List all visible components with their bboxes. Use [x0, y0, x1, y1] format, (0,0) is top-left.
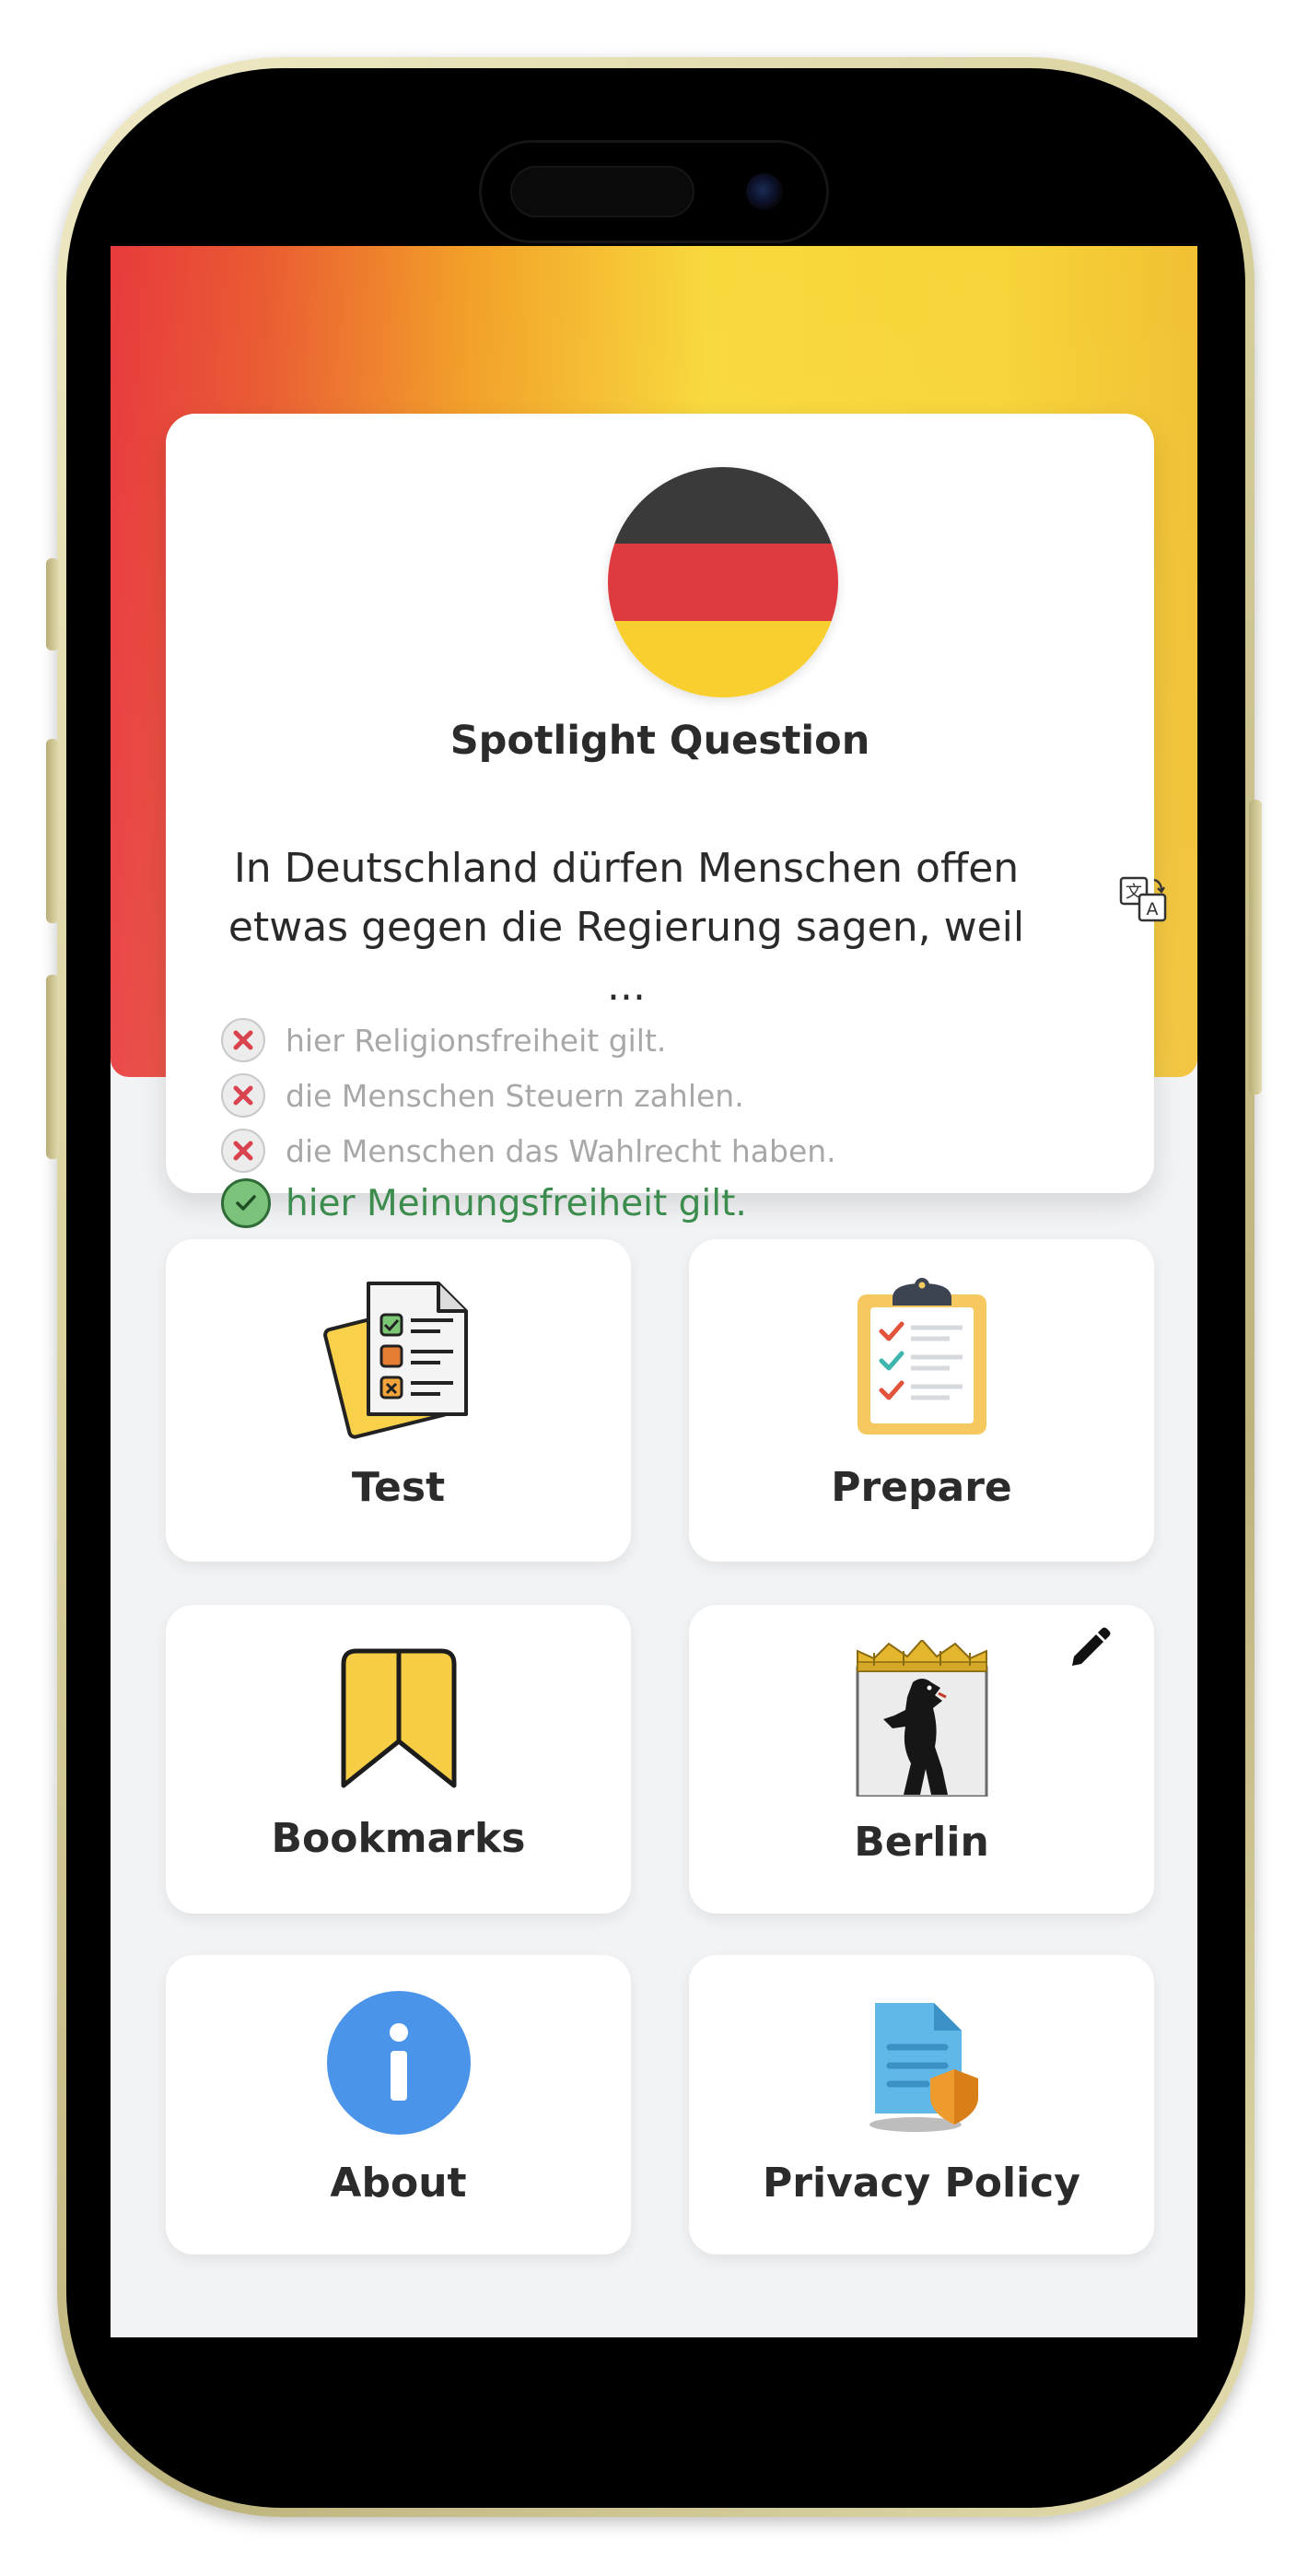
translate-icon[interactable]: 文 A — [1117, 874, 1169, 926]
x-circle-icon — [221, 1018, 265, 1062]
test-sheets-icon — [321, 1276, 477, 1442]
answer-text: die Menschen das Wahlrecht haben. — [286, 1132, 836, 1169]
clipboard-checklist-icon — [848, 1274, 996, 1440]
state-label: Berlin — [854, 1819, 989, 1866]
answer-option: die Menschen Steuern zahlen. — [221, 1073, 744, 1118]
spotlight-title: Spotlight Question — [449, 718, 870, 764]
volume-down-button — [46, 975, 59, 1159]
bookmarks-label: Bookmarks — [271, 1815, 526, 1862]
spotlight-question: In Deutschland dürfen Menschen offen etw… — [228, 845, 1025, 1010]
x-circle-icon — [221, 1073, 265, 1118]
answer-text: hier Religionsfreiheit gilt. — [286, 1022, 667, 1059]
germany-flag-icon — [608, 467, 838, 697]
test-tile[interactable]: Test — [166, 1239, 631, 1562]
privacy-document-icon — [862, 1996, 982, 2134]
app-screen: Spotlight Question In Deutschland dürfen… — [111, 246, 1197, 2337]
about-tile[interactable]: About — [166, 1955, 631, 2254]
answer-text: hier Meinungsfreiheit gilt. — [286, 1182, 747, 1224]
privacy-tile[interactable]: Privacy Policy — [689, 1955, 1154, 2254]
x-circle-icon — [221, 1129, 265, 1173]
camera-icon — [746, 173, 783, 210]
answer-option: hier Religionsfreiheit gilt. — [221, 1018, 666, 1062]
volume-up-button — [46, 739, 59, 923]
check-circle-icon — [221, 1178, 271, 1228]
privacy-label: Privacy Policy — [763, 2160, 1080, 2207]
svg-text:A: A — [1147, 899, 1159, 919]
bookmarks-tile[interactable]: Bookmarks — [166, 1605, 631, 1914]
action-button — [46, 558, 59, 650]
prepare-tile[interactable]: Prepare — [689, 1239, 1154, 1562]
answer-text: die Menschen Steuern zahlen. — [286, 1077, 744, 1114]
test-label: Test — [351, 1464, 446, 1511]
bookmark-icon — [334, 1645, 463, 1793]
berlin-coat-of-arms-icon — [856, 1638, 988, 1798]
state-tile[interactable]: Berlin — [689, 1605, 1154, 1914]
info-icon — [326, 1990, 472, 2136]
dynamic-island — [479, 140, 829, 243]
pencil-icon[interactable] — [1065, 1625, 1113, 1673]
power-button — [1249, 800, 1262, 1095]
about-label: About — [330, 2160, 467, 2207]
spotlight-card[interactable]: Spotlight Question In Deutschland dürfen… — [166, 414, 1167, 1228]
prepare-label: Prepare — [831, 1464, 1012, 1511]
answer-option: die Menschen das Wahlrecht haben. — [221, 1129, 836, 1173]
answer-option-correct: hier Meinungsfreiheit gilt. — [221, 1178, 747, 1228]
